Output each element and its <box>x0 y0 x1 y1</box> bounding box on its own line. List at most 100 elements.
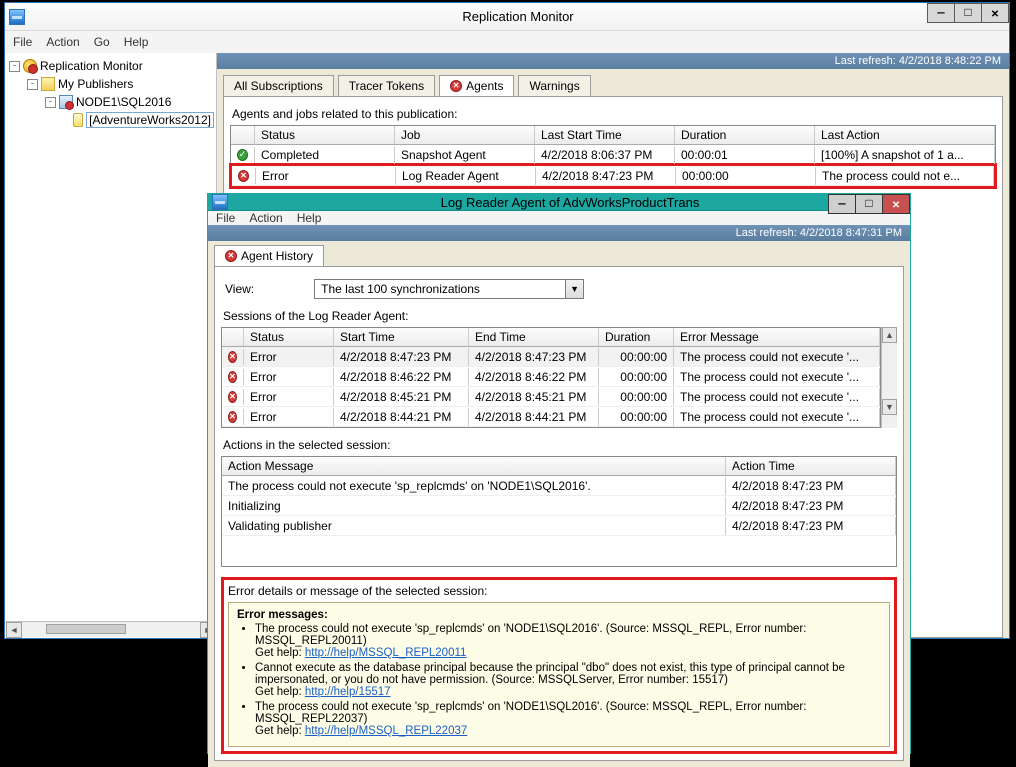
help-prefix: Get help: <box>255 686 305 698</box>
menu-help[interactable]: Help <box>297 211 322 225</box>
chevron-down-icon[interactable]: ▼ <box>565 280 583 298</box>
cell-dur: 00:00:00 <box>599 348 674 366</box>
scroll-down-icon[interactable]: ▼ <box>882 399 897 415</box>
tree-server-label: NODE1\SQL2016 <box>76 95 171 109</box>
minimize-button[interactable]: — <box>927 3 955 23</box>
tree-publication[interactable]: [AdventureWorks2012] <box>7 111 214 129</box>
cell-start: 4/2/2018 8:06:37 PM <box>535 146 675 164</box>
col-start[interactable]: Start Time <box>334 328 469 346</box>
agents-grid[interactable]: Status Job Last Start Time Duration Last… <box>230 125 996 188</box>
help-link[interactable]: http://help/MSSQL_REPL22037 <box>305 725 467 737</box>
cell-status: Error <box>244 388 334 406</box>
errors-label: Error details or message of the selected… <box>228 584 890 598</box>
tree-root[interactable]: - Replication Monitor <box>7 57 214 75</box>
close-button[interactable]: ✕ <box>882 194 910 214</box>
table-row[interactable]: Initializing4/2/2018 8:47:23 PM <box>222 496 896 516</box>
child-window-controls: — □ ✕ <box>829 194 910 214</box>
menu-action[interactable]: Action <box>249 211 282 225</box>
server-icon <box>59 95 73 109</box>
col-last-start[interactable]: Last Start Time <box>535 126 675 144</box>
error-details-box[interactable]: Error messages: The process could not ex… <box>228 602 890 747</box>
menu-help[interactable]: Help <box>124 35 149 49</box>
tree-server[interactable]: - NODE1\SQL2016 <box>7 93 214 111</box>
error-icon: ✕ <box>238 170 249 182</box>
cell-msg: The process could not execute '... <box>674 348 880 366</box>
table-row[interactable]: Validating publisher4/2/2018 8:47:23 PM <box>222 516 896 536</box>
cell-start: 4/2/2018 8:47:23 PM <box>536 167 676 185</box>
maximize-button[interactable]: □ <box>954 3 982 23</box>
table-row[interactable]: The process could not execute 'sp_replcm… <box>222 476 896 496</box>
table-row[interactable]: ✕ Error Log Reader Agent 4/2/2018 8:47:2… <box>232 166 994 186</box>
col-duration[interactable]: Duration <box>599 328 674 346</box>
scroll-left-icon[interactable]: ◄ <box>6 622 22 638</box>
sessions-v-scrollbar[interactable]: ▲ ▼ <box>881 327 897 428</box>
col-icon[interactable] <box>231 126 255 144</box>
col-duration[interactable]: Duration <box>675 126 815 144</box>
col-status[interactable]: Status <box>255 126 395 144</box>
cell-msg: The process could not execute '... <box>674 368 880 386</box>
table-row[interactable]: ✕Error4/2/2018 8:44:21 PM4/2/2018 8:44:2… <box>222 407 880 427</box>
cell-status: Error <box>244 348 334 366</box>
tab-agent-history[interactable]: ✕ Agent History <box>214 245 324 266</box>
col-action-time[interactable]: Action Time <box>726 457 896 475</box>
help-prefix: Get help: <box>255 725 305 737</box>
tab-warnings[interactable]: Warnings <box>518 75 590 96</box>
view-dropdown-value: The last 100 synchronizations <box>315 282 565 296</box>
tab-tracer-tokens[interactable]: Tracer Tokens <box>338 75 435 96</box>
minimize-button[interactable]: — <box>828 194 856 214</box>
menu-file[interactable]: File <box>216 211 235 225</box>
main-tabs: All Subscriptions Tracer Tokens ✕ Agents… <box>217 75 1009 96</box>
menu-action[interactable]: Action <box>46 35 79 49</box>
col-action-message[interactable]: Action Message <box>222 457 726 475</box>
help-link[interactable]: http://help/15517 <box>305 686 391 698</box>
maximize-button[interactable]: □ <box>855 194 883 214</box>
error-text: Cannot execute as the database principal… <box>255 662 845 686</box>
scroll-thumb[interactable] <box>46 624 126 634</box>
child-titlebar[interactable]: Log Reader Agent of AdvWorksProductTrans… <box>208 194 910 211</box>
help-link[interactable]: http://help/MSSQL_REPL20011 <box>305 647 467 659</box>
tab-all-subscriptions[interactable]: All Subscriptions <box>223 75 334 96</box>
view-label: View: <box>225 282 254 296</box>
col-last-action[interactable]: Last Action <box>815 126 995 144</box>
collapse-icon[interactable]: - <box>9 61 20 72</box>
cell-msg: The process could not execute '... <box>674 408 880 426</box>
menu-file[interactable]: File <box>13 35 32 49</box>
menu-go[interactable]: Go <box>94 35 110 49</box>
tab-agents[interactable]: ✕ Agents <box>439 75 514 96</box>
cell-action-time: 4/2/2018 8:47:23 PM <box>726 497 896 515</box>
view-dropdown[interactable]: The last 100 synchronizations ▼ <box>314 279 584 299</box>
cell-end: 4/2/2018 8:44:21 PM <box>469 408 599 426</box>
error-icon: ✕ <box>450 80 462 92</box>
collapse-icon[interactable]: - <box>45 97 56 108</box>
col-icon[interactable] <box>222 328 244 346</box>
cell-start: 4/2/2018 8:46:22 PM <box>334 368 469 386</box>
tree-panel[interactable]: - Replication Monitor - My Publishers - … <box>5 53 217 638</box>
table-row[interactable]: ✕Error4/2/2018 8:45:21 PM4/2/2018 8:45:2… <box>222 387 880 407</box>
agents-label: Agents and jobs related to this publicat… <box>232 107 994 121</box>
table-row[interactable]: ✕Error4/2/2018 8:46:22 PM4/2/2018 8:46:2… <box>222 367 880 387</box>
table-row[interactable]: ✓ Completed Snapshot Agent 4/2/2018 8:06… <box>231 145 995 165</box>
col-status[interactable]: Status <box>244 328 334 346</box>
col-error-msg[interactable]: Error Message <box>674 328 880 346</box>
tree-h-scrollbar[interactable]: ◄ ► <box>6 621 216 637</box>
collapse-icon[interactable]: - <box>27 79 38 90</box>
close-button[interactable]: ✕ <box>981 3 1009 23</box>
cell-end: 4/2/2018 8:45:21 PM <box>469 388 599 406</box>
actions-grid-header[interactable]: Action Message Action Time <box>222 457 896 476</box>
cell-status: Error <box>244 408 334 426</box>
table-row[interactable]: ✕Error4/2/2018 8:47:23 PM4/2/2018 8:47:2… <box>222 347 880 367</box>
actions-grid[interactable]: Action Message Action Time The process c… <box>221 456 897 567</box>
tree-publishers[interactable]: - My Publishers <box>7 75 214 93</box>
scroll-up-icon[interactable]: ▲ <box>882 327 897 343</box>
cell-job: Snapshot Agent <box>395 146 535 164</box>
agents-grid-header[interactable]: Status Job Last Start Time Duration Last… <box>231 126 995 145</box>
cell-action: [100%] A snapshot of 1 a... <box>815 146 995 164</box>
sessions-grid[interactable]: Status Start Time End Time Duration Erro… <box>221 327 881 428</box>
main-titlebar[interactable]: Replication Monitor — □ ✕ <box>5 3 1009 31</box>
col-job[interactable]: Job <box>395 126 535 144</box>
col-end[interactable]: End Time <box>469 328 599 346</box>
tab-agents-label: Agents <box>466 79 503 93</box>
cell-action: The process could not e... <box>816 167 994 185</box>
cell-dur: 00:00:00 <box>599 388 674 406</box>
sessions-grid-header[interactable]: Status Start Time End Time Duration Erro… <box>222 328 880 347</box>
